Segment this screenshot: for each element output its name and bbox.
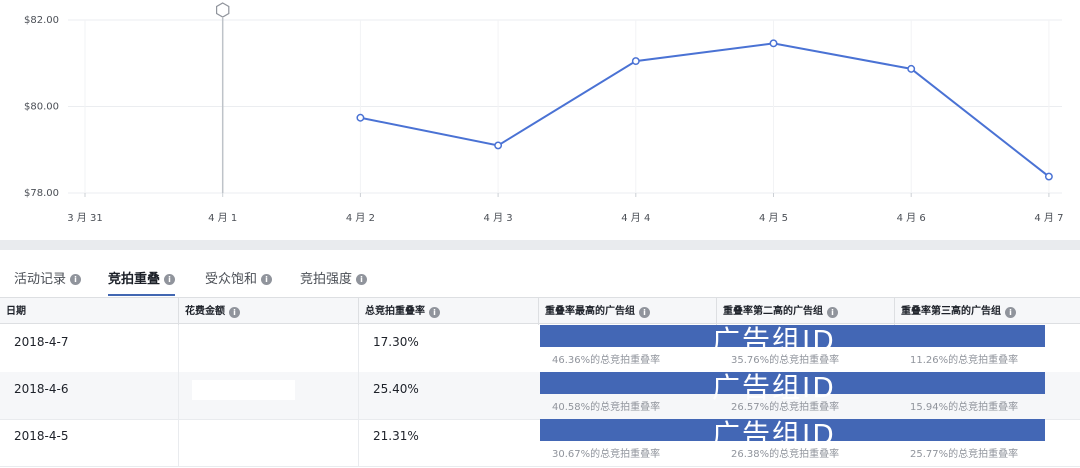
table-row[interactable]: 2018-4-5 21.31% 广告组ID 30.67%的总竞拍重叠率 26.3… xyxy=(0,418,1080,467)
info-icon[interactable]: i xyxy=(827,307,838,318)
column-header-top1[interactable]: 重叠率最高的广告组 i xyxy=(538,298,716,325)
top3-rate: 25.77%的总竞拍重叠率 xyxy=(910,449,1019,460)
table-row[interactable]: 2018-4-7 17.30% 广告组ID 46.36%的总竞拍重叠率 35.7… xyxy=(0,324,1080,373)
x-tick-label: 3 月 31 xyxy=(67,212,102,224)
info-icon[interactable]: i xyxy=(1005,307,1016,318)
top1-rate: 30.67%的总竞拍重叠率 xyxy=(552,449,661,460)
overlap-table: 日期 花费金额 i 总竞拍重叠率 i 重叠率最高的广告组 i 重叠率第二高的广告组 i … xyxy=(0,297,1080,468)
y-tick-label: $78.00 xyxy=(24,188,59,199)
data-point xyxy=(494,141,503,150)
date-cell: 2018-4-6 xyxy=(14,382,69,396)
redaction-mask xyxy=(192,380,295,400)
x-tick-label: 4 月 4 xyxy=(621,212,650,224)
top2-rate: 35.76%的总竞拍重叠率 xyxy=(731,355,840,366)
tab-bar: 活动记录 i 竞拍重叠 i 受众饱和 i 竞拍强度 i xyxy=(0,258,1080,296)
tab-label: 活动记录 xyxy=(14,272,67,287)
x-tick-label: 4 月 3 xyxy=(484,212,513,224)
overlap-cell: 17.30% xyxy=(358,325,538,373)
info-icon[interactable]: i xyxy=(164,274,176,285)
top1-rate: 46.36%的总竞拍重叠率 xyxy=(552,355,661,366)
tab-auction-overlap[interactable]: 竞拍重叠 i xyxy=(108,268,176,296)
line-chart-svg: $82.00 $80.00 $78.00 3 月 31 4 月 1 4 月 2 4 月 3 4… xyxy=(24,2,1063,224)
tab-label: 竞拍重叠 xyxy=(108,272,161,287)
top2-rate: 26.38%的总竞拍重叠率 xyxy=(731,449,840,460)
x-tick-label: 4 月 1 xyxy=(208,212,237,224)
x-tick-label: 4 月 2 xyxy=(346,212,375,224)
column-header-date[interactable]: 日期 xyxy=(0,298,178,325)
data-point xyxy=(907,64,916,73)
column-header-top3[interactable]: 重叠率第三高的广告组 i xyxy=(894,298,1080,325)
tab-label: 受众饱和 xyxy=(205,272,258,287)
info-icon[interactable]: i xyxy=(70,274,82,285)
info-icon[interactable]: i xyxy=(356,274,368,285)
date-cell: 2018-4-5 xyxy=(14,429,69,443)
y-tick-label: $82.00 xyxy=(24,15,59,26)
info-icon[interactable]: i xyxy=(261,274,273,285)
tab-auction-competition[interactable]: 竞拍强度 i xyxy=(300,268,368,296)
top2-rate: 26.57%的总竞拍重叠率 xyxy=(731,402,840,413)
overlap-cell: 25.40% xyxy=(358,372,538,420)
table-header: 日期 花费金额 i 总竞拍重叠率 i 重叠率最高的广告组 i 重叠率第二高的广告组 i … xyxy=(0,297,1080,325)
column-header-spend[interactable]: 花费金额 i xyxy=(178,298,358,325)
tab-activity-log[interactable]: 活动记录 i xyxy=(14,268,82,296)
info-icon[interactable]: i xyxy=(229,307,240,318)
tab-audience-saturation[interactable]: 受众饱和 i xyxy=(205,268,273,296)
column-header-overlap-rate[interactable]: 总竞拍重叠率 i xyxy=(358,298,538,325)
section-divider xyxy=(0,240,1080,250)
x-tick-label: 4 月 6 xyxy=(897,212,926,224)
x-tick-label: 4 月 5 xyxy=(759,212,788,224)
top3-rate: 11.26%的总竞拍重叠率 xyxy=(910,355,1019,366)
y-tick-label: $80.00 xyxy=(24,102,59,113)
table-row[interactable]: 2018-4-6 25.40% 广告组ID 40.58%的总竞拍重叠率 26.5… xyxy=(0,371,1080,420)
data-point xyxy=(356,113,365,122)
data-point xyxy=(1044,172,1053,181)
top3-rate: 15.94%的总竞拍重叠率 xyxy=(910,402,1019,413)
info-icon[interactable]: i xyxy=(429,307,440,318)
tab-label: 竞拍强度 xyxy=(300,272,353,287)
info-icon[interactable]: i xyxy=(639,307,650,318)
top1-rate: 40.58%的总竞拍重叠率 xyxy=(552,402,661,413)
spend-cell xyxy=(178,419,358,467)
date-cell: 2018-4-7 xyxy=(14,335,69,349)
spend-cell xyxy=(178,325,358,373)
x-tick-label: 4 月 7 xyxy=(1034,212,1063,224)
overlap-cell: 21.31% xyxy=(358,419,538,467)
data-point xyxy=(769,39,778,48)
date-marker-handle xyxy=(216,2,230,18)
series-line xyxy=(360,42,1050,178)
overlap-chart: $82.00 $80.00 $78.00 3 月 31 4 月 1 4 月 2 4 月 3 4… xyxy=(0,0,1080,240)
data-point xyxy=(631,57,640,66)
